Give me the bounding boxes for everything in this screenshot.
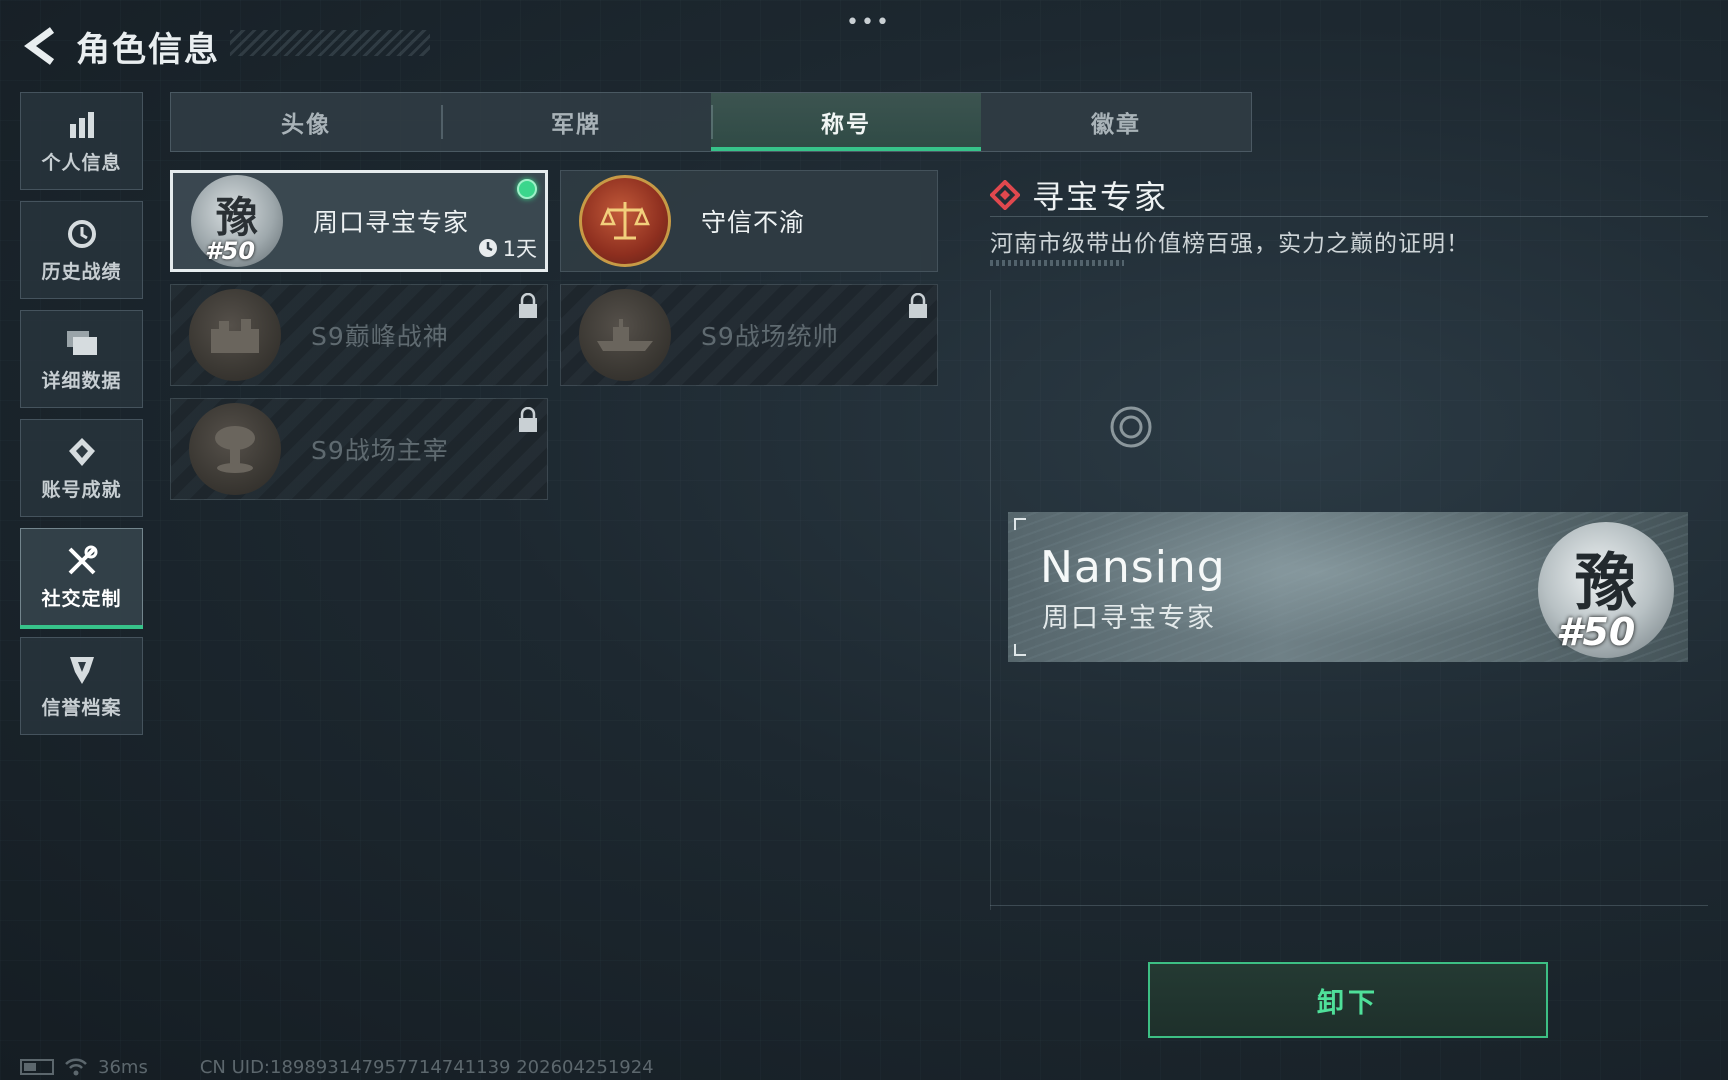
equipped-indicator bbox=[517, 179, 537, 199]
mushroom-cloud-emblem bbox=[189, 403, 281, 495]
tab-dogtag[interactable]: 军牌 bbox=[441, 93, 711, 151]
clock-icon bbox=[478, 239, 497, 257]
emblem-rank: #50 bbox=[1556, 610, 1636, 654]
fortress-icon bbox=[211, 319, 259, 353]
ping-text: 36ms bbox=[98, 1056, 148, 1078]
title-card-s9-battle-dominator[interactable]: S9战场主宰 bbox=[170, 398, 548, 500]
sidebar-item-label: 社交定制 bbox=[41, 587, 122, 610]
preview-divider bbox=[990, 905, 1708, 906]
title-name: 守信不渝 bbox=[701, 208, 806, 237]
title-name: S9战场统帅 bbox=[701, 322, 839, 351]
emblem-character: 豫 bbox=[215, 192, 258, 242]
page-title: 角色信息 bbox=[76, 29, 220, 70]
sidebar-item-label: 账号成就 bbox=[41, 478, 122, 501]
title-name: S9巅峰战神 bbox=[311, 322, 449, 351]
tab-title[interactable]: 称号 bbox=[711, 93, 981, 151]
henan-rank-emblem-large: 豫 #50 bbox=[1538, 522, 1674, 658]
status-footer: 36ms CN UID:18989314795771474113​9 20260… bbox=[20, 1056, 654, 1078]
lock-icon bbox=[519, 407, 537, 432]
sidebar: 个人信息 历史战绩 详细数据 账号成就 社交定制 信誉档案 bbox=[20, 92, 144, 746]
sidebar-item-social-custom[interactable]: 社交定制 bbox=[20, 528, 143, 629]
timer-text: 1天 bbox=[502, 237, 537, 261]
sidebar-item-credit-record[interactable]: 信誉档案 bbox=[20, 637, 143, 735]
unequip-button[interactable]: 卸下 bbox=[1148, 962, 1548, 1038]
sidebar-item-label: 历史战绩 bbox=[41, 260, 122, 283]
sidebar-item-history[interactable]: 历史战绩 bbox=[20, 201, 143, 299]
detail-header: 寻宝专家 bbox=[990, 172, 1168, 218]
more-menu-button[interactable]: ••• bbox=[846, 10, 891, 35]
sidebar-item-label: 信誉档案 bbox=[41, 696, 122, 719]
detail-description: 河南市级带出价值榜百强，实力之巅的证明！ bbox=[990, 231, 1470, 257]
battleship-emblem bbox=[579, 289, 671, 381]
title-name: S9战场主宰 bbox=[311, 436, 449, 465]
back-arrow-icon bbox=[24, 27, 55, 65]
battery-icon bbox=[20, 1059, 54, 1075]
rotate-view-icon[interactable] bbox=[1108, 404, 1154, 450]
emblem-rank: #50 bbox=[205, 237, 256, 265]
top-bar: 角色信息 bbox=[20, 18, 430, 74]
achievement-icon bbox=[65, 435, 99, 469]
battleship-icon bbox=[597, 319, 653, 351]
sidebar-item-achievements[interactable]: 账号成就 bbox=[20, 419, 143, 517]
sidebar-item-detailed-data[interactable]: 详细数据 bbox=[20, 310, 143, 408]
title-card-keep-promise[interactable]: 守信不渝 bbox=[560, 170, 938, 272]
back-button[interactable] bbox=[20, 22, 62, 70]
divider bbox=[990, 216, 1708, 217]
henan-rank-emblem: 豫 #50 bbox=[191, 175, 283, 267]
sidebar-item-label: 个人信息 bbox=[41, 151, 122, 174]
sidebar-item-label: 详细数据 bbox=[41, 369, 122, 392]
emblem-character: 豫 bbox=[1574, 546, 1637, 619]
uid-text: CN UID:18989314795771474113​9 2026042519… bbox=[199, 1056, 654, 1078]
banner-corner bbox=[1014, 644, 1026, 656]
mushroom-cloud-icon bbox=[215, 426, 255, 473]
tab-badge[interactable]: 徽章 bbox=[981, 93, 1251, 151]
title-name: 周口寻宝专家 bbox=[313, 208, 470, 237]
tab-bar: 头像 军牌 称号 徽章 bbox=[170, 92, 1252, 152]
tools-icon bbox=[65, 544, 99, 578]
diamond-icon bbox=[990, 180, 1020, 210]
history-clock-icon bbox=[65, 217, 99, 251]
sidebar-item-personal-info[interactable]: 个人信息 bbox=[20, 92, 143, 190]
title-card-s9-peak-god[interactable]: S9巅峰战神 bbox=[170, 284, 548, 386]
banner-corner bbox=[1014, 518, 1026, 530]
fortress-emblem bbox=[189, 289, 281, 381]
player-name: Nansing bbox=[1040, 542, 1226, 593]
lock-icon bbox=[519, 293, 537, 318]
expiry-timer: 1天 bbox=[478, 233, 537, 263]
title-preview-banner: Nansing 周口寻宝专家 豫 #50 bbox=[1008, 512, 1688, 662]
wifi-icon bbox=[65, 1058, 87, 1076]
description-decoration bbox=[990, 260, 1124, 266]
detail-title: 寻宝专家 bbox=[1032, 178, 1169, 216]
title-card-zhoukou-treasure-expert[interactable]: 豫 #50 周口寻宝专家 1天 bbox=[170, 170, 548, 272]
lock-icon bbox=[909, 293, 927, 318]
title-decoration bbox=[230, 30, 430, 56]
title-card-s9-battle-commander[interactable]: S9战场统帅 bbox=[560, 284, 938, 386]
folder-icon bbox=[65, 326, 99, 360]
tab-avatar[interactable]: 头像 bbox=[171, 93, 441, 151]
scales-icon bbox=[600, 202, 650, 240]
bar-chart-icon bbox=[65, 108, 99, 142]
credit-shield-icon bbox=[65, 653, 99, 687]
scales-of-justice-emblem bbox=[579, 175, 671, 267]
preview-title: 周口寻宝专家 bbox=[1042, 603, 1216, 634]
